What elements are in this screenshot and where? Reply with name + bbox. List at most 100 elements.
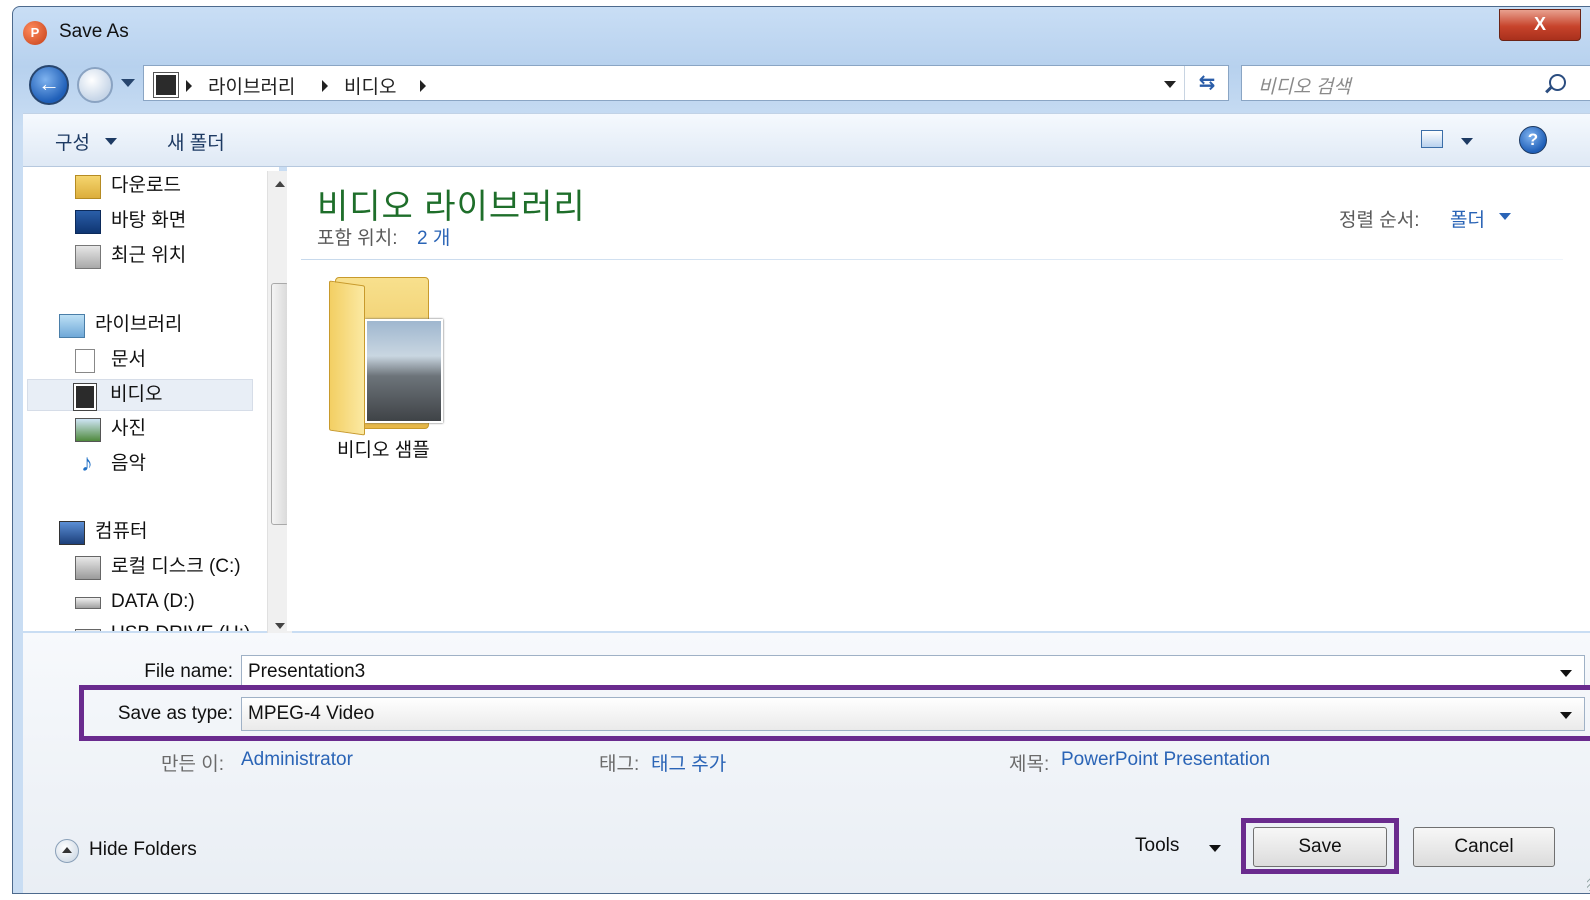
sidebar-item-label: USB DRIVE (H:)	[111, 619, 250, 631]
sidebar-item-documents[interactable]: 문서	[75, 345, 265, 375]
sidebar-item-libraries[interactable]: 라이브러리	[59, 310, 265, 340]
file-name-chevron-down-icon[interactable]	[1560, 670, 1572, 677]
title-label: 제목:	[1009, 754, 1050, 775]
save-button[interactable]: Save	[1253, 827, 1387, 867]
folder-label: 비디오 샘플	[337, 440, 430, 461]
video-icon	[73, 383, 97, 411]
pictures-icon	[75, 418, 101, 442]
sidebar-item-label: 다운로드	[111, 175, 181, 196]
sidebar-item-label: 음악	[111, 453, 146, 474]
address-bar[interactable]: 라이브러리 비디오 ⇆	[143, 65, 1229, 101]
title-value[interactable]: PowerPoint Presentation	[1061, 749, 1270, 771]
local-disk-icon	[75, 556, 101, 580]
breadcrumb-arrow-icon[interactable]	[322, 80, 328, 92]
window-title: Save As	[59, 21, 129, 42]
computer-icon	[59, 521, 85, 545]
sidebar-item-label: 로컬 디스크 (C:)	[111, 556, 241, 577]
sidebar-item-videos[interactable]: 비디오	[27, 379, 253, 411]
organize-chevron-down-icon[interactable]	[105, 138, 117, 145]
powerpoint-app-icon: P	[23, 21, 47, 45]
save-type-chevron-down-icon[interactable]	[1560, 712, 1572, 719]
refresh-button[interactable]: ⇆	[1184, 66, 1229, 100]
author-label: 만든 이:	[161, 754, 224, 775]
sidebar-item-usb-drive-h[interactable]: USB DRIVE (H:)	[75, 619, 265, 631]
address-dropdown-icon[interactable]	[1164, 81, 1176, 88]
sidebar-item-music[interactable]: ♪ 음악	[75, 449, 265, 479]
library-icon	[59, 314, 85, 338]
change-view-icon[interactable]	[1421, 130, 1443, 148]
save-as-dialog: P Save As X ← 라이브러리 비디오 ⇆ 비디오 검색 구성 새 폴더…	[12, 6, 1590, 894]
author-value[interactable]: Administrator	[241, 749, 353, 771]
usb-drive-icon	[75, 629, 101, 631]
file-name-input[interactable]: Presentation3	[241, 655, 1585, 689]
tags-label: 태그:	[599, 754, 640, 775]
sidebar-item-label: 문서	[111, 349, 146, 370]
folder-thumbnail	[365, 319, 443, 423]
sidebar-item-label: 사진	[111, 418, 146, 439]
file-name-label: File name:	[144, 661, 233, 682]
tools-button[interactable]: Tools	[1135, 835, 1179, 857]
tags-value[interactable]: 태그 추가	[651, 749, 726, 776]
view-options-chevron-down-icon[interactable]	[1461, 138, 1473, 145]
divider	[301, 259, 1563, 260]
breadcrumb-arrow-icon[interactable]	[420, 80, 426, 92]
help-icon[interactable]: ?	[1519, 126, 1547, 154]
recent-places-icon	[75, 245, 101, 269]
save-type-label: Save as type:	[117, 703, 233, 724]
title-bar: P Save As X	[13, 7, 1590, 57]
cancel-button[interactable]: Cancel	[1413, 827, 1555, 867]
save-type-value: MPEG-4 Video	[248, 703, 375, 724]
recent-pages-dropdown[interactable]	[121, 79, 135, 87]
new-folder-button[interactable]: 새 폴더	[167, 128, 225, 155]
sidebar-item-recent-places[interactable]: 최근 위치	[75, 241, 265, 271]
save-options-panel: File name: Presentation3 Save as type: M…	[23, 633, 1590, 893]
sidebar-item-computer[interactable]: 컴퓨터	[59, 517, 265, 547]
hide-folders-button[interactable]: Hide Folders	[89, 839, 197, 861]
sidebar-item-label: 최근 위치	[111, 245, 187, 266]
refresh-icon: ⇆	[1198, 72, 1216, 94]
sidebar-item-label: 비디오	[110, 384, 163, 405]
video-library-icon	[153, 72, 179, 98]
folder-item[interactable]: 비디오 샘플	[327, 271, 467, 461]
sidebar-item-label: 바탕 화면	[111, 210, 187, 231]
command-toolbar: 구성 새 폴더 ?	[23, 113, 1590, 167]
sidebar-item-label: 라이브러리	[95, 314, 183, 335]
sort-by-label: 정렬 순서:	[1339, 210, 1420, 231]
sidebar-item-local-disk-c[interactable]: 로컬 디스크 (C:)	[75, 552, 275, 582]
scroll-up-icon[interactable]	[275, 181, 285, 187]
includes-locations-link[interactable]: 2 개	[417, 223, 450, 250]
sidebar-item-downloads[interactable]: 다운로드	[75, 171, 265, 201]
breadcrumb-arrow-icon[interactable]	[186, 80, 192, 92]
sidebar-item-desktop[interactable]: 바탕 화면	[75, 206, 265, 236]
close-button[interactable]: X	[1499, 9, 1581, 41]
search-icon[interactable]	[1549, 74, 1566, 91]
documents-icon	[75, 349, 95, 373]
organize-button[interactable]: 구성	[55, 128, 90, 155]
back-button[interactable]: ←	[29, 65, 69, 105]
library-title: 비디오 라이브러리	[317, 188, 586, 226]
sidebar-item-data-d[interactable]: DATA (D:)	[75, 587, 265, 617]
sort-chevron-down-icon[interactable]	[1499, 213, 1511, 220]
desktop-icon	[75, 210, 101, 234]
navigation-pane: 다운로드 바탕 화면 최근 위치 라이브러리 문서 비디오 사진 ♪ 음악 컴퓨…	[23, 167, 279, 631]
breadcrumb-libraries[interactable]: 라이브러리	[208, 72, 295, 99]
forward-button[interactable]	[77, 67, 113, 103]
breadcrumb-videos[interactable]: 비디오	[344, 72, 396, 99]
download-folder-icon	[75, 175, 101, 199]
sort-by-dropdown[interactable]: 폴더	[1450, 205, 1485, 232]
sidebar-item-label: 컴퓨터	[95, 521, 148, 542]
music-icon: ♪	[81, 450, 93, 477]
tools-chevron-down-icon[interactable]	[1209, 845, 1221, 852]
includes-label: 포함 위치:	[317, 228, 398, 249]
search-input[interactable]: 비디오 검색	[1241, 65, 1590, 101]
back-arrow-icon: ←	[38, 71, 60, 96]
chevron-up-icon[interactable]	[55, 839, 79, 863]
search-placeholder: 비디오 검색	[1258, 77, 1351, 98]
sidebar-item-pictures[interactable]: 사진	[75, 414, 265, 444]
scroll-down-icon[interactable]	[275, 623, 285, 629]
file-name-value: Presentation3	[248, 661, 366, 682]
drive-icon	[75, 597, 101, 609]
save-type-select[interactable]: MPEG-4 Video	[241, 697, 1585, 731]
sidebar-item-label: DATA (D:)	[111, 591, 195, 612]
folder-flap	[329, 280, 365, 436]
